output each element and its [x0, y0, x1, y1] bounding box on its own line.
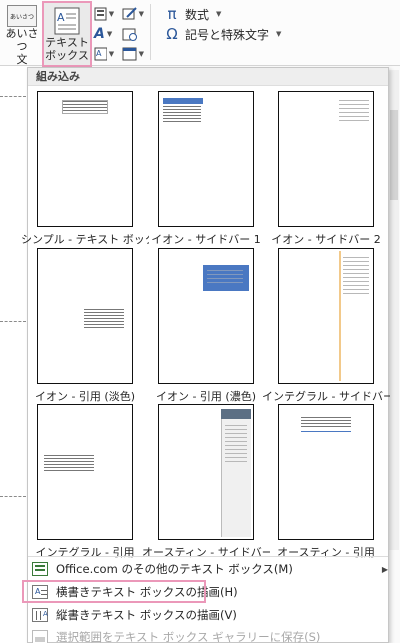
menu-item-save-selection-to-gallery: 選択範囲をテキスト ボックス ギャラリーに保存(S): [28, 627, 388, 643]
submenu-arrow-icon: ▶: [381, 564, 388, 574]
signature-line-icon[interactable]: [122, 7, 137, 21]
ribbon-insert-text-group: あいさつ あいさつ 文 A テキスト ボックス ▼ ▼ A ▼ A ▼ ▼ π …: [0, 0, 400, 67]
margin-guide: [0, 321, 26, 322]
wordart-icon[interactable]: A: [94, 26, 105, 42]
greeting-label: あいさつ 文: [5, 27, 39, 66]
gallery-item-label: イオン - 引用 (濃色): [155, 390, 257, 403]
gallery-section-header: 組み込み: [28, 68, 388, 86]
annotation-highlight: [22, 580, 206, 603]
thumbnail-page: [278, 91, 374, 227]
gallery-item-label: オースティン - 引用: [277, 546, 375, 559]
menu-item-label: Office.com のその他のテキスト ボックス(M): [56, 562, 293, 576]
gallery-item-label: イオン - 引用 (淡色): [34, 390, 136, 403]
gallery-item-label: シンプル - テキスト ボックス: [21, 233, 149, 246]
document-scrollbar-thumb[interactable]: [390, 110, 398, 200]
symbol-button[interactable]: Ω 記号と特殊文字 ▼: [164, 24, 281, 44]
menu-separator: [28, 556, 388, 557]
svg-text:A: A: [96, 49, 102, 58]
symbol-label: 記号と特殊文字: [185, 27, 270, 42]
symbols-group: π 数式 ▼ Ω 記号と特殊文字 ▼: [164, 4, 281, 44]
omega-icon: Ω: [166, 25, 178, 43]
chevron-down-icon[interactable]: ▼: [139, 10, 144, 18]
textbox-gallery-dropdown: 組み込み シンプル - テキスト ボックス イオン - サイドバー 1 イオン …: [21, 67, 390, 643]
quick-parts-icon[interactable]: [94, 7, 107, 21]
thumbnail-page: [37, 91, 133, 227]
menu-item-draw-vertical-textbox[interactable]: A 縦書きテキスト ボックスの描画(V): [28, 605, 388, 625]
thumbnail-page: [158, 404, 254, 540]
textbox-icon: A: [54, 7, 80, 35]
margin-guide: [0, 96, 26, 97]
chevron-down-icon[interactable]: ▼: [216, 10, 221, 18]
thumbnail-page: [158, 91, 254, 227]
pi-icon: π: [167, 5, 177, 23]
thumbnail-page: [37, 404, 133, 540]
equation-button[interactable]: π 数式 ▼: [164, 4, 281, 24]
gallery-item-label: インテグラル - サイドバー: [262, 390, 390, 403]
margin-guide: [0, 496, 26, 497]
chevron-down-icon[interactable]: ▼: [109, 50, 114, 58]
vertical-textbox-icon: A: [32, 608, 48, 622]
textbox-button[interactable]: A テキスト ボックス: [42, 1, 92, 67]
greeting-button[interactable]: あいさつ あいさつ 文: [2, 2, 42, 66]
equation-label: 数式: [185, 7, 210, 22]
object-icon[interactable]: [122, 47, 137, 61]
chevron-down-icon[interactable]: ▼: [276, 30, 281, 38]
chevron-down-icon[interactable]: ▼: [107, 30, 112, 38]
chevron-down-icon[interactable]: ▼: [109, 10, 114, 18]
chevron-down-icon[interactable]: ▼: [139, 50, 144, 58]
thumbnail-page: [278, 404, 374, 540]
textbox-label: テキスト ボックス: [45, 36, 89, 62]
gallery-item-label: インテグラル - 引用: [35, 546, 135, 559]
office-textbox-icon: [32, 562, 48, 576]
thumbnail-page: [158, 248, 254, 384]
drop-cap-icon[interactable]: A: [94, 47, 107, 61]
date-time-icon[interactable]: [122, 27, 138, 41]
gallery-item-label: イオン - サイドバー 2: [271, 233, 381, 246]
thumbnail-page: [278, 248, 374, 384]
menu-item-label: 選択範囲をテキスト ボックス ギャラリーに保存(S): [56, 630, 321, 643]
save-to-gallery-icon: [32, 630, 48, 643]
thumbnail-page: [37, 248, 133, 384]
ribbon-small-buttons: ▼ ▼ A ▼ A ▼ ▼: [94, 4, 144, 64]
svg-text:A: A: [57, 11, 65, 24]
ribbon-separator: [150, 4, 151, 60]
greeting-icon: あいさつ: [7, 5, 37, 27]
gallery-item-label: イオン - サイドバー 1: [151, 233, 261, 246]
gallery-item-label: オースティン - サイドバー: [142, 546, 270, 559]
menu-item-more-from-office[interactable]: Office.com のその他のテキスト ボックス(M) ▶: [28, 559, 388, 579]
menu-item-label: 縦書きテキスト ボックスの描画(V): [56, 608, 237, 622]
